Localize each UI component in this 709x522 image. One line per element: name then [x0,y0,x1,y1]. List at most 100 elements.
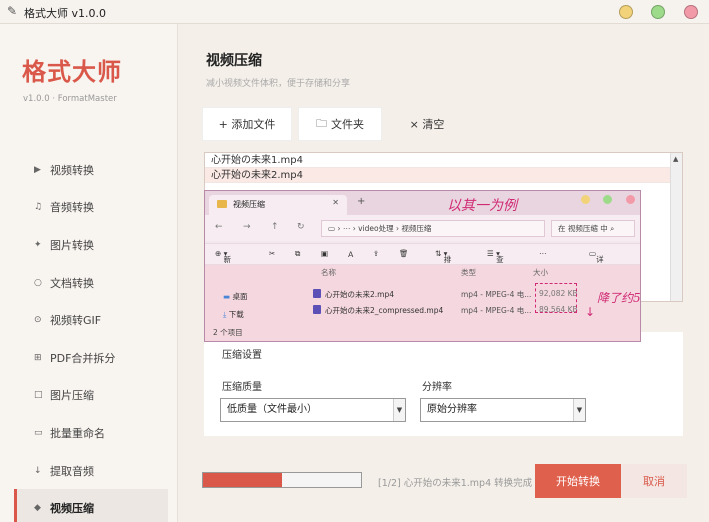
search-icon: ⌕ [610,224,615,233]
rename-icon[interactable]: Ａ [347,249,355,260]
new-tab-icon[interactable]: + [357,196,365,207]
sort-button[interactable]: ⇅ 排序 ▾ [435,249,451,275]
search-input[interactable]: 在 视频压缩 中 ⌕ [551,220,635,237]
address-bar[interactable]: ▭ › ⋯ › video处理 › 视频压缩 [321,220,545,237]
page-subtitle: 减小视频文件体积，便于存储和分享 [206,79,351,89]
sidebar-item-video-convert[interactable]: ▶ 视频转换 [14,151,168,189]
explorer-address-row: ← → ↑ ↻ ▭ › ⋯ › video处理 › 视频压缩 在 视频压缩 中 … [205,215,640,241]
minimize-button[interactable] [619,5,633,19]
cut-icon[interactable]: ✂ [269,249,275,258]
more-icon[interactable]: ⋯ [539,249,547,258]
column-size[interactable]: 大小 [533,267,548,278]
window-title: 格式大师 v1.0.0 [24,7,106,20]
start-label: 开始转换 [556,475,600,488]
add-file-button[interactable]: + 添加文件 [202,107,292,141]
folder-button[interactable]: 🗀 文件夹 [298,107,382,141]
sidebar-item-image-convert[interactable]: ✦ 图片转换 [14,226,168,264]
close-button[interactable] [684,5,698,19]
explorer-toolbar: ⊕ 新建 ▾ ✂ ⧉ ▣ Ａ ⇪ 🗑 ⇅ 排序 ▾ ☰ 查看 ▾ ⋯ ▭ 详细信… [205,243,640,297]
sidebar-item-pdf[interactable]: ⊞ PDF合并拆分 [14,339,168,377]
up-icon[interactable]: ↑ [271,222,279,232]
explorer-body: ▬ 桌面 ⤓ 下载 名称 类型 大小 心开始の未来2.mp4 mp4 - MPE… [205,265,641,341]
clear-button[interactable]: × 清空 [392,107,462,141]
sidebar-item-label: 批量重命名 [50,426,105,440]
close-icon[interactable] [626,195,635,204]
sidebar-item-extract-audio[interactable]: ↓ 提取音频 [14,452,168,490]
details-button[interactable]: ▭ 详细信息 [589,249,604,297]
new-button[interactable]: ⊕ 新建 ▾ [215,249,231,275]
back-icon[interactable]: ← [215,222,223,232]
file-type: mp4 - MPEG-4 电... [461,306,532,315]
settings-heading: 压缩设置 [222,350,262,361]
sidebar-item-label: 音频转换 [50,201,94,215]
feather-icon: ✎ [7,4,18,18]
resolution-label: 分辨率 [422,382,452,393]
status-text: [1/2] 心开始の未来1.mp4 转换完成 [378,478,533,489]
sidebar-item-doc-convert[interactable]: ○ 文档转换 [14,264,168,302]
clear-label: × 清空 [409,118,445,131]
forward-icon[interactable]: → [243,222,251,232]
annotation-arrow-icon: ↓ [585,305,596,319]
arrow-down-icon: ↓ [34,465,42,476]
page-title: 视频压缩 [206,53,262,69]
delete-icon[interactable]: 🗑 [399,249,409,258]
chevron-down-icon[interactable]: ▼ [573,399,585,421]
resolution-select[interactable]: 原始分辨率 ▼ [420,398,586,422]
explorer-nav-pane: ▬ 桌面 ⤓ 下载 [205,265,297,325]
quality-select[interactable]: 低质量（文件最小） ▼ [220,398,406,422]
sidebar-item-label: 文档转换 [50,276,94,290]
chevron-down-icon[interactable]: ▼ [393,399,405,421]
sidebar: 格式大师 v1.0.0 · FormatMaster ▶ 视频转换 ♫ 音频转换 ✦… [0,24,178,522]
sidebar-item-label: 视频转换 [50,163,94,177]
scroll-up-icon[interactable]: ▲ [673,155,678,163]
path-segment[interactable]: video处理 [358,224,394,233]
explorer-window: 视频压缩 ✕ + 以其一为例 ← → ↑ ↻ ▭ › ⋯ › video处理 ›… [204,190,641,342]
item-count: 2 个项目 [213,328,243,337]
star-icon: ✦ [34,239,42,250]
folder-label: 文件夹 [331,118,364,131]
sidebar-item-batch-rename[interactable]: ▭ 批量重命名 [14,414,168,452]
sidebar-item-image-compress[interactable]: □ 图片压缩 [14,377,168,415]
maximize-button[interactable] [651,5,665,19]
explorer-tab[interactable]: 视频压缩 ✕ [209,195,347,215]
copy-icon[interactable]: ⧉ [295,249,300,259]
paste-icon[interactable]: ▣ [321,249,328,258]
minimize-icon[interactable] [581,195,590,204]
sidebar-item-audio-convert[interactable]: ♫ 音频转换 [14,189,168,227]
desktop-icon: ▬ [223,292,231,301]
circle-icon: ○ [34,277,42,288]
nav-downloads-label: 下载 [228,310,244,319]
sidebar-item-label: 视频压缩 [50,502,94,516]
file-type: mp4 - MPEG-4 电... [461,290,532,299]
column-name[interactable]: 名称 [321,267,336,278]
share-icon[interactable]: ⇪ [373,249,379,258]
sidebar-item-video-to-gif[interactable]: ⊙ 视频转GIF [14,301,168,339]
search-text: 在 视频压缩 中 [558,224,608,233]
maximize-icon[interactable] [603,195,612,204]
cancel-label: 取消 [643,475,665,488]
grid-icon: ⊞ [34,352,42,363]
file-name: 心开始の未来2_compressed.mp4 [325,306,444,315]
list-item[interactable]: 心开始の未来1.mp4 [205,153,682,168]
view-button[interactable]: ☰ 查看 ▾ [487,249,504,275]
folder-icon [217,200,227,208]
path-segment[interactable]: 视频压缩 [401,224,431,233]
nav-desktop[interactable]: ▬ 桌面 [223,291,247,302]
column-type[interactable]: 类型 [461,267,476,278]
settings-panel: 压缩设置 压缩质量 低质量（文件最小） ▼ 分辨率 原始分辨率 ▼ [204,332,683,436]
nav-downloads[interactable]: ⤓ 下载 [223,309,244,320]
start-button[interactable]: 开始转换 [535,464,621,498]
video-file-icon [313,305,321,314]
download-icon: ⤓ [223,310,227,319]
resolution-value: 原始分辨率 [427,404,477,415]
annotation-text: 降了约59% [597,291,641,305]
close-icon[interactable]: ✕ [332,198,339,207]
sidebar-item-video-compress[interactable]: ◆ 视频压缩 [14,489,168,522]
cancel-button[interactable]: 取消 [621,464,687,498]
list-item[interactable]: 心开始の未来2.mp4 [205,168,682,183]
title-bar: ✎ 格式大师 v1.0.0 [0,0,709,24]
refresh-icon[interactable]: ↻ [297,222,305,232]
progress-bar [202,472,362,488]
scrollbar[interactable]: ▲ [670,153,682,301]
play-icon: ▶ [34,164,41,175]
